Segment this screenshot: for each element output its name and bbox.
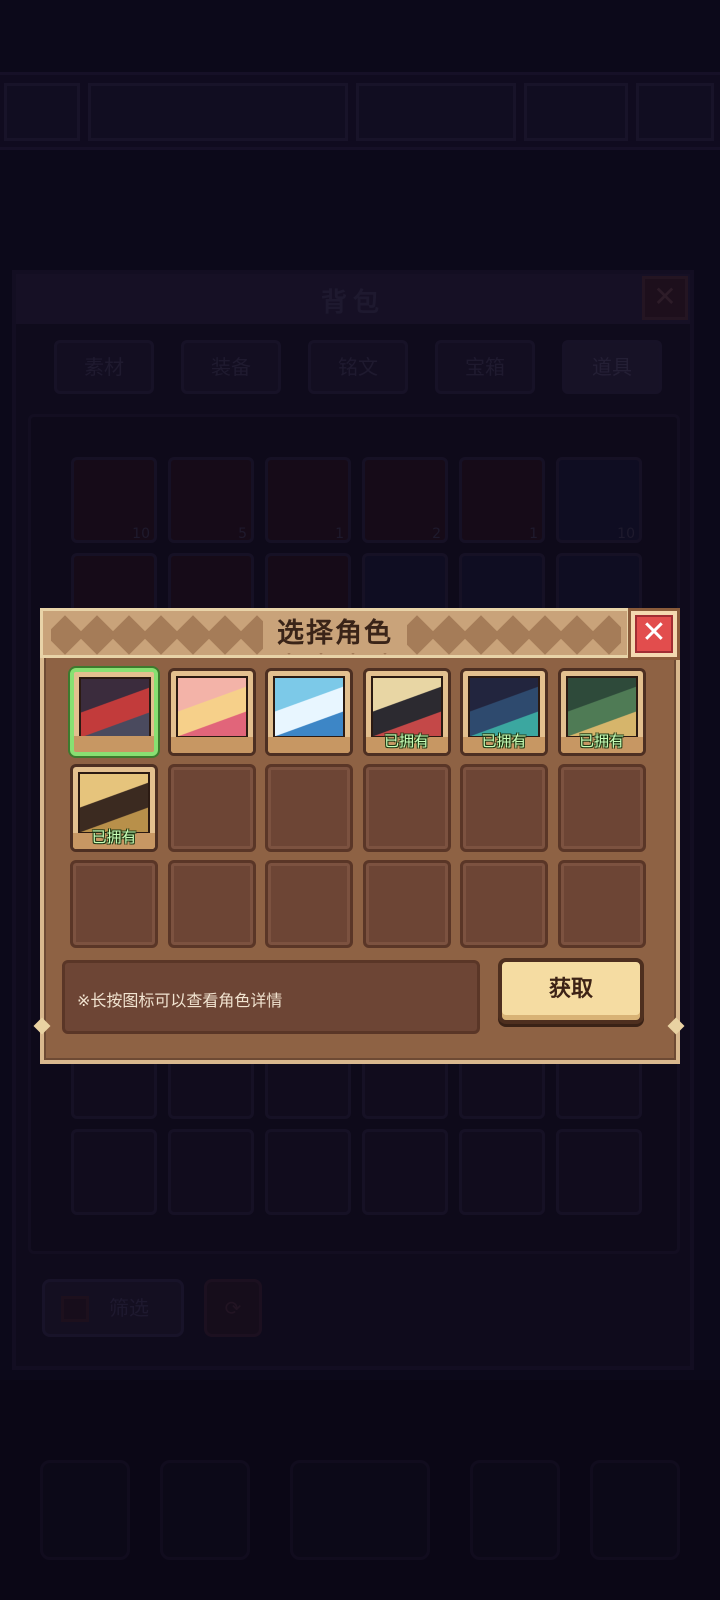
empty-character-slot [265,860,353,948]
select-role-dialog: 已拥有 已拥有 已拥有 已拥有 ※长按图标可以查看角色详情 获取 选择角色 ✕ [33,608,685,1064]
dialog-close-button[interactable]: ✕ [628,608,680,660]
character-portrait [370,676,443,738]
character-slot-2[interactable] [167,668,256,756]
empty-character-slot [362,764,451,852]
empty-character-slot [557,764,646,852]
character-slot-5[interactable]: 已拥有 [460,668,548,756]
owned-label: 已拥有 [578,732,624,750]
hint-text: ※长按图标可以查看角色详情 [77,991,283,1010]
portrait-frame-strip [74,736,154,752]
character-slot-7[interactable]: 已拥有 [70,764,158,852]
empty-character-slot [265,764,353,852]
character-portrait [273,676,345,738]
hint-box: ※长按图标可以查看角色详情 [62,960,480,1034]
empty-character-slot [362,860,451,948]
character-slot-3[interactable] [265,668,353,756]
owned-label: 已拥有 [383,732,429,750]
character-slot-4[interactable]: 已拥有 [362,668,451,756]
portrait-frame-strip [268,737,350,753]
dialog-body: 已拥有 已拥有 已拥有 已拥有 ※长按图标可以查看角色详情 获取 [40,652,680,1064]
character-slot-6[interactable]: 已拥有 [557,668,646,756]
character-slot-1[interactable] [70,668,158,756]
character-portrait [175,676,248,738]
empty-character-slot [557,860,646,948]
character-portrait [565,676,638,738]
portrait-frame-strip [170,737,253,753]
character-portrait [79,677,151,739]
empty-character-slot [70,860,158,948]
empty-character-slot [460,764,548,852]
empty-character-slot [460,860,548,948]
owned-label: 已拥有 [91,828,137,846]
dialog-title: 选择角色 [263,615,407,653]
dialog-header: 选择角色 [40,608,630,658]
empty-character-slot [167,764,256,852]
get-button[interactable]: 获取 [498,958,644,1024]
character-portrait [468,676,540,738]
character-portrait [78,772,150,834]
close-icon: ✕ [635,615,673,653]
owned-label: 已拥有 [481,732,527,750]
empty-character-slot [167,860,256,948]
